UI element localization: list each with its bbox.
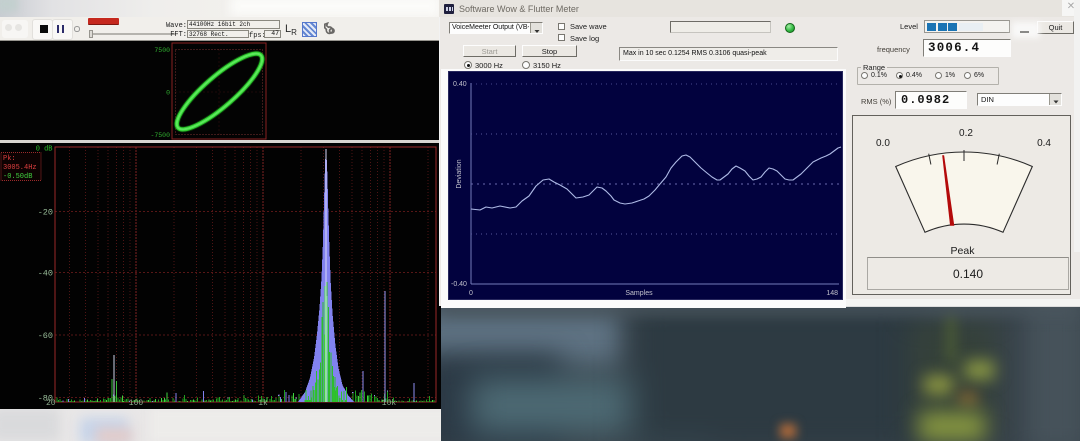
svg-text:20: 20 xyxy=(46,399,56,408)
svg-text:-7500: -7500 xyxy=(150,132,170,139)
svg-text:-60: -60 xyxy=(38,331,53,341)
svg-text:100: 100 xyxy=(129,399,144,408)
svg-text:0.2: 0.2 xyxy=(959,128,973,139)
svg-text:7500: 7500 xyxy=(154,47,170,54)
svg-text:0: 0 xyxy=(166,90,170,97)
svg-text:Samples: Samples xyxy=(625,290,653,297)
svg-text:0.40: 0.40 xyxy=(453,81,467,88)
svg-text:-40: -40 xyxy=(38,269,53,279)
svg-text:10k: 10k xyxy=(382,399,397,408)
svg-text:0.0: 0.0 xyxy=(876,138,890,149)
svg-text:1k: 1k xyxy=(258,399,268,408)
svg-text:0 dB: 0 dB xyxy=(36,146,53,154)
svg-text:Pk:: Pk: xyxy=(3,155,16,163)
svg-text:0: 0 xyxy=(469,290,473,297)
svg-text:0.4: 0.4 xyxy=(1037,138,1051,149)
svg-text:3005.4Hz: 3005.4Hz xyxy=(3,164,37,172)
svg-text:-0.40: -0.40 xyxy=(451,281,467,288)
svg-text:Deviation: Deviation xyxy=(456,159,463,188)
svg-text:-20: -20 xyxy=(38,208,53,218)
svg-text:-0.50dB: -0.50dB xyxy=(3,173,32,181)
svg-text:148: 148 xyxy=(826,290,838,297)
